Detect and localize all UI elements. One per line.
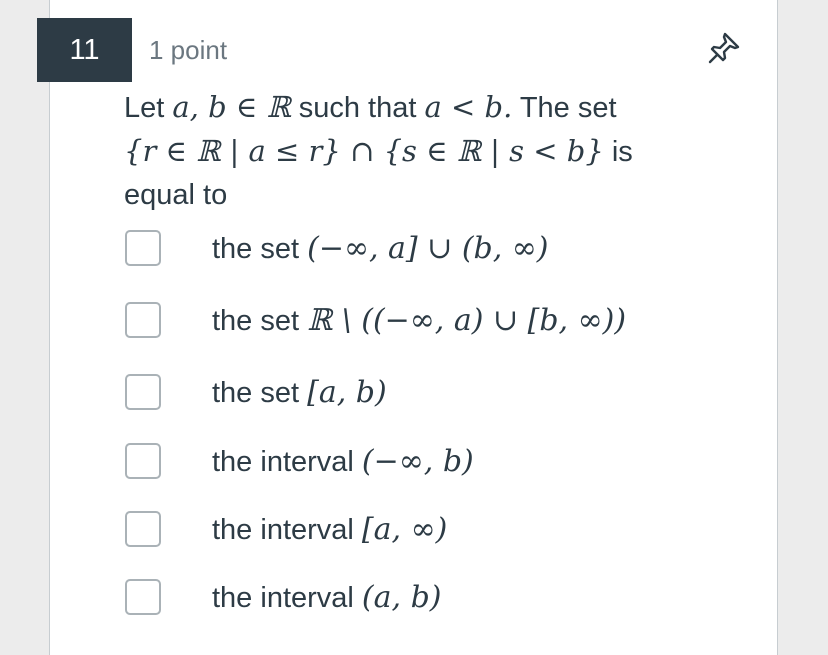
pushpin-icon[interactable] [706,30,742,66]
question-points: 1 point [149,35,228,65]
checkbox[interactable] [125,443,161,479]
math-expression: (a, b) [361,579,442,615]
math-expression: {r ∈ ℝ | a ≤ r} ∩ {s ∈ ℝ | s < b} [124,134,604,168]
checkbox[interactable] [125,374,161,410]
question-number: 11 [69,33,100,66]
math-expression: [a, b) [307,374,387,410]
choice-label: the interval (−∞, b) [212,443,474,479]
math-expression: (−∞, b) [361,443,474,479]
math-expression: a, b ∈ ℝ [172,90,291,124]
math-expression: a < b. [424,90,513,124]
question-line-2: {r ∈ ℝ | a ≤ r} ∩ {s ∈ ℝ | s < b} is [124,134,633,168]
choice-label: the set [a, b) [212,374,387,410]
answer-choice[interactable]: the set ℝ \ ((−∞, a) ∪ [b, ∞)) [125,297,626,343]
choice-label: the set (−∞, a] ∪ (b, ∞) [212,230,549,266]
question-number-badge: 11 [37,18,132,82]
answer-choice[interactable]: the set [a, b) [125,369,387,415]
choice-label: the interval (a, b) [212,579,442,615]
question-text: Let a, b ∈ ℝ such that a < b. The set {r… [124,86,724,217]
choice-label: the set ℝ \ ((−∞, a) ∪ [b, ∞)) [212,302,627,338]
question-line-3: equal to [124,179,228,211]
math-expression: (−∞, a] ∪ (b, ∞) [307,230,549,266]
checkbox[interactable] [125,302,161,338]
checkbox[interactable] [125,230,161,266]
checkbox[interactable] [125,511,161,547]
choice-label: the interval [a, ∞) [212,511,448,547]
question-line-1: Let a, b ∈ ℝ such that a < b. The set [124,90,617,124]
answer-choice[interactable]: the interval (−∞, b) [125,438,474,484]
answer-choice[interactable]: the set (−∞, a] ∪ (b, ∞) [125,225,549,271]
math-expression: ℝ \ ((−∞, a) ∪ [b, ∞)) [307,302,627,338]
answer-choice[interactable]: the interval [a, ∞) [125,506,447,552]
checkbox[interactable] [125,579,161,615]
answer-choice[interactable]: the interval (a, b) [125,574,442,620]
math-expression: [a, ∞) [361,511,448,547]
